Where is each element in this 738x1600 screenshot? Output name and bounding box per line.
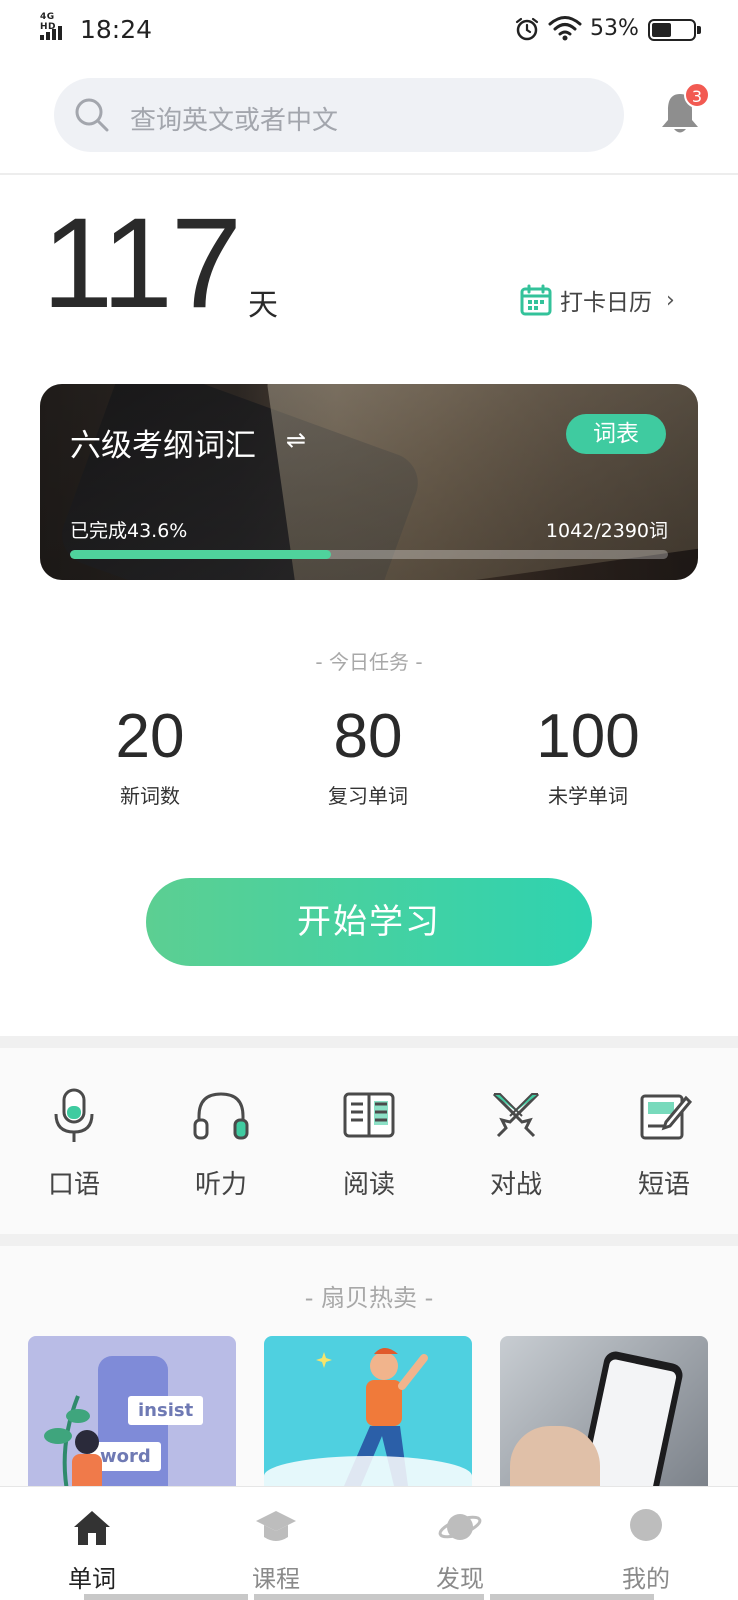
tab-profile[interactable]: 我的 — [586, 1507, 706, 1594]
open-book-icon — [343, 1092, 395, 1138]
task-new-words: 20 新词数 — [50, 706, 250, 809]
notification-badge: 3 — [684, 82, 710, 108]
tab-label: 我的 — [622, 1565, 670, 1593]
task-value: 20 — [115, 702, 185, 771]
wordbook-title: 六级考纲词汇 — [70, 428, 256, 464]
graduation-cap-icon — [256, 1511, 296, 1541]
divider — [0, 1234, 738, 1246]
feature-label: 口语 — [47, 1170, 100, 1200]
tab-courses[interactable]: 课程 — [216, 1507, 336, 1594]
clock: 18:24 — [80, 15, 153, 44]
planet-icon — [438, 1514, 482, 1540]
feature-battle[interactable]: 对战 — [442, 1086, 590, 1201]
feature-speaking[interactable]: 口语 — [0, 1086, 148, 1201]
wordbook-card[interactable]: 六级考纲词汇 ⇌ 词表 已完成43.6% 1042/2390词 — [40, 384, 698, 580]
calendar-label: 打卡日历 — [560, 290, 652, 316]
promo-card[interactable] — [264, 1336, 472, 1496]
completion-text: 已完成43.6% — [70, 520, 188, 542]
avatar-icon — [630, 1509, 662, 1541]
swap-icon[interactable]: ⇌ — [286, 426, 306, 454]
tab-label: 单词 — [68, 1565, 116, 1593]
wordlist-button[interactable]: 词表 — [566, 414, 666, 454]
sparkle-icon — [316, 1352, 332, 1368]
progress-bar — [70, 550, 668, 559]
feature-phrases[interactable]: 短语 — [590, 1086, 738, 1201]
promo-card[interactable]: insist word — [28, 1336, 236, 1496]
feature-label: 听力 — [194, 1170, 247, 1200]
tab-label: 发现 — [436, 1565, 484, 1593]
streak-unit: 天 — [248, 288, 278, 323]
feature-label: 阅读 — [342, 1170, 395, 1200]
promo-word-chip: insist — [128, 1396, 204, 1425]
calendar-icon — [520, 284, 552, 316]
task-label: 复习单词 — [328, 784, 408, 808]
hot-sale-title: - 扇贝热卖 - — [304, 1284, 434, 1312]
feature-label: 对战 — [489, 1170, 542, 1200]
progress-bar-fill — [70, 550, 331, 559]
edit-note-icon — [640, 1094, 693, 1140]
start-learning-button[interactable]: 开始学习 — [146, 878, 592, 966]
promo-card[interactable] — [500, 1336, 708, 1496]
tab-discover[interactable]: 发现 — [400, 1507, 520, 1594]
search-icon — [75, 98, 109, 132]
notification-button[interactable]: 3 — [660, 82, 710, 138]
headphones-icon — [193, 1092, 249, 1140]
checkin-calendar-link[interactable]: 打卡日历 › — [520, 283, 675, 317]
feature-listening[interactable]: 听力 — [147, 1086, 295, 1201]
battery-icon — [648, 19, 701, 41]
task-value: 80 — [333, 702, 403, 771]
home-icon — [74, 1511, 110, 1545]
hot-sale-section: - 扇贝热卖 - insist word — [0, 1246, 738, 1496]
search-input[interactable]: 查询英文或者中文 — [54, 78, 624, 152]
bottom-tab-bar: 单词 课程 发现 我的 — [0, 1486, 738, 1600]
feature-grid: 口语 听力 阅读 对战 短语 — [0, 1048, 738, 1234]
task-review-words: 80 复习单词 — [268, 706, 468, 809]
status-bar: 4G HD 18:24 53% — [0, 0, 738, 60]
tab-words[interactable]: 单词 — [32, 1507, 152, 1594]
alarm-icon — [515, 17, 539, 41]
divider — [0, 1036, 738, 1048]
chevron-right-icon: › — [666, 287, 675, 313]
streak-days: 117 — [42, 192, 242, 335]
search-placeholder: 查询英文或者中文 — [130, 106, 339, 136]
tab-label: 课程 — [252, 1565, 300, 1593]
feature-label: 短语 — [637, 1170, 690, 1200]
task-label: 未学单词 — [548, 784, 628, 808]
crossed-swords-icon — [492, 1092, 540, 1138]
task-unlearned-words: 100 未学单词 — [488, 706, 688, 809]
wifi-icon — [548, 16, 582, 41]
divider — [0, 173, 738, 175]
today-tasks-title: - 今日任务 - — [315, 650, 423, 674]
cellular-signal-icon: 4G HD — [40, 12, 72, 40]
task-value: 100 — [536, 702, 640, 771]
feature-reading[interactable]: 阅读 — [295, 1086, 443, 1201]
word-count-text: 1042/2390词 — [545, 520, 668, 542]
microphone-icon — [54, 1088, 94, 1142]
battery-percent: 53% — [590, 16, 639, 41]
task-label: 新词数 — [120, 784, 180, 808]
